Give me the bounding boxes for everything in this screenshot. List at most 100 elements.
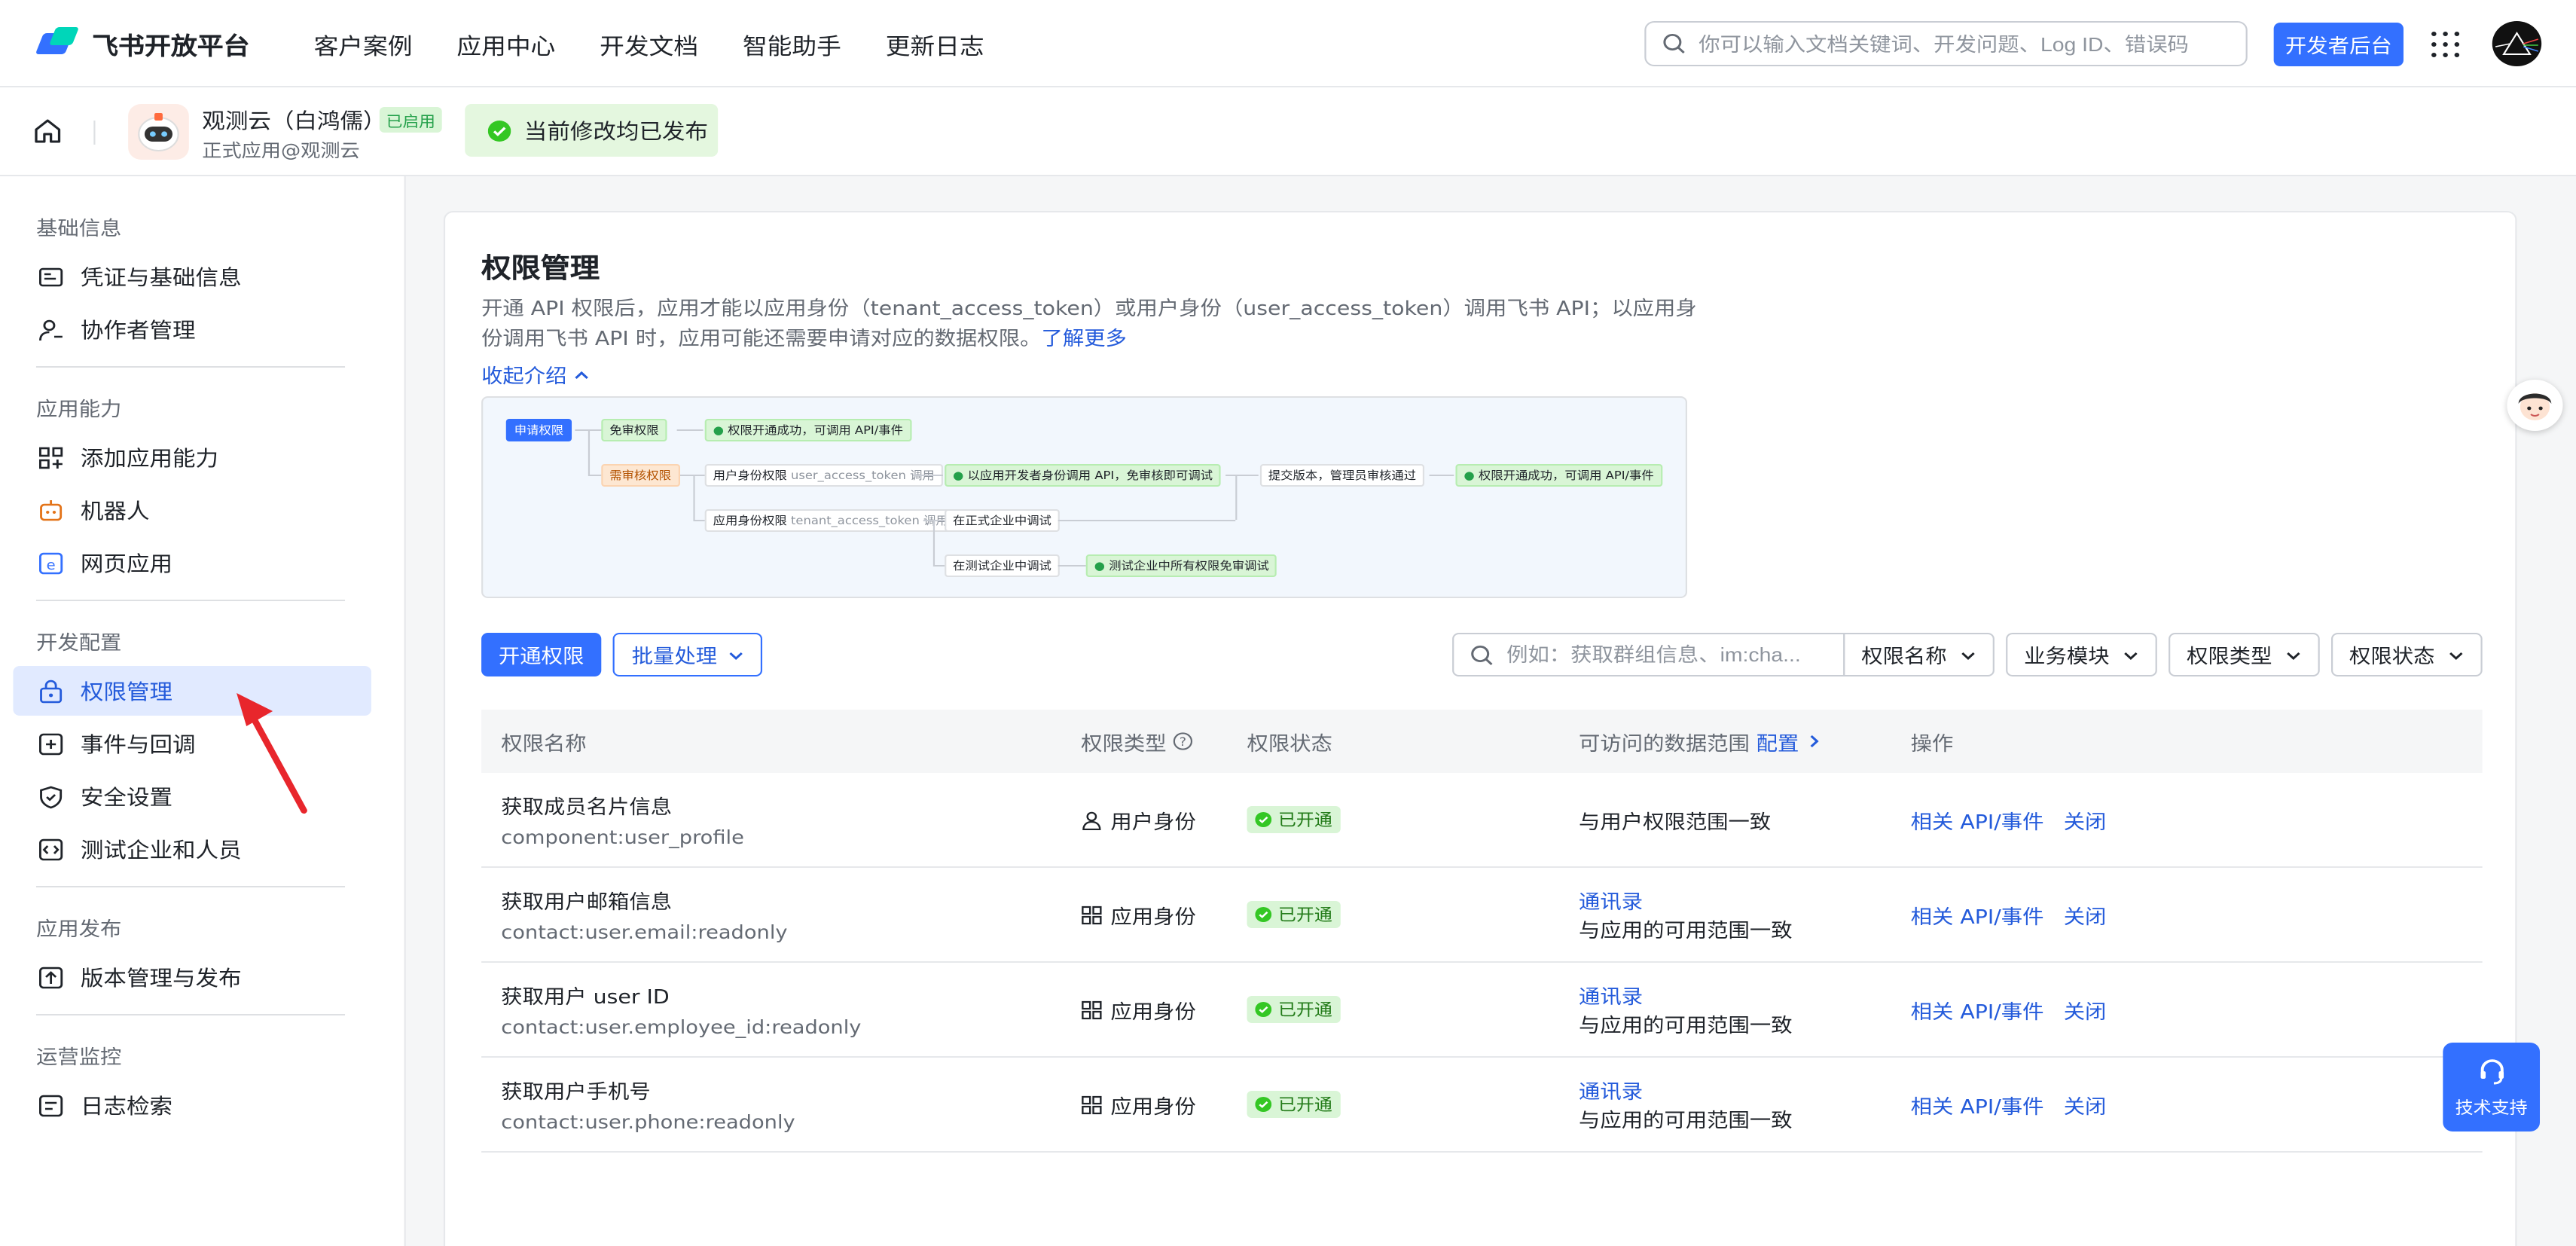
permission-search-input[interactable] — [1506, 643, 1836, 666]
open-permission-button[interactable]: 开通权限 — [481, 633, 602, 676]
divider — [35, 1014, 346, 1015]
permission-key: contact:user.email:readonly — [501, 921, 788, 943]
sidebar-item-logs[interactable]: 日志检索 — [13, 1080, 371, 1130]
filter-label: 权限状态 — [2349, 646, 2435, 669]
nav-link-changelog[interactable]: 更新日志 — [886, 30, 984, 62]
headset-icon — [2480, 1058, 2503, 1084]
page-title: 权限管理 — [481, 253, 600, 285]
global-search-input[interactable] — [1699, 32, 2225, 55]
nav-link-assistant[interactable]: 智能助手 — [743, 30, 841, 62]
status-badge: 已启用 — [379, 107, 442, 133]
table-header: 权限名称 权限类型 ? 权限状态 可访问的数据范围 配置 操作 — [481, 710, 2483, 773]
nav-link-cases[interactable]: 客户案例 — [314, 30, 413, 62]
close-permission-link[interactable]: 关闭 — [2064, 805, 2107, 834]
app-grid-icon — [1082, 905, 1102, 924]
chevron-down-icon — [1961, 652, 1975, 659]
filter-label: 业务模块 — [2024, 646, 2110, 669]
permissions-panel: 权限管理 开通 API 权限后，应用才能以应用身份（tenant_access_… — [443, 211, 2517, 1246]
filter-permission-name[interactable]: 权限名称 — [1843, 633, 1995, 676]
developer-console-button[interactable]: 开发者后台 — [2273, 23, 2404, 66]
log-icon — [38, 1093, 64, 1117]
related-api-link[interactable]: 相关 API/事件 — [1911, 900, 2044, 929]
flow-no-review: 免审权限 — [601, 419, 667, 441]
sidebar-item-events[interactable]: 事件与回调 — [13, 719, 371, 768]
filter-permission-status[interactable]: 权限状态 — [2331, 633, 2483, 676]
sidebar-group-monitor: 运营监控 — [35, 1047, 122, 1070]
sidebar-item-web-app[interactable]: e 网页应用 — [13, 538, 371, 588]
check-circle-icon — [1255, 1002, 1272, 1017]
divider — [35, 600, 346, 601]
chevron-up-icon — [575, 370, 588, 379]
nav-link-app-center[interactable]: 应用中心 — [456, 30, 555, 62]
collapse-intro-toggle[interactable]: 收起介绍 — [481, 360, 590, 389]
table-row: 获取用户邮箱信息 contact:user.email:readonly 应用身份… — [481, 868, 2483, 963]
close-permission-link[interactable]: 关闭 — [2064, 995, 2107, 1024]
scope-link[interactable]: 通讯录 — [1579, 1076, 1911, 1104]
app-grid-icon — [1082, 1095, 1102, 1114]
chevron-down-icon — [2124, 652, 2138, 659]
app-grid-icon — [1082, 1000, 1102, 1019]
published-notice: 当前修改均已发布 — [465, 104, 719, 157]
sidebar-item-label: 添加应用能力 — [80, 447, 219, 471]
search-icon — [1663, 33, 1685, 53]
filter-permission-type[interactable]: 权限类型 — [2169, 633, 2320, 676]
global-search[interactable] — [1644, 21, 2248, 66]
user-icon — [1082, 811, 1101, 829]
status-badge: 已开通 — [1247, 806, 1341, 833]
logo[interactable]: 飞书开放平台 — [35, 26, 250, 62]
permission-type: 应用身份 — [1081, 995, 1247, 1024]
header-ops: 操作 — [1910, 733, 1954, 756]
batch-action-button[interactable]: 批量处理 — [612, 633, 763, 676]
sidebar-item-security[interactable]: 安全设置 — [13, 771, 371, 821]
close-permission-link[interactable]: 关闭 — [2064, 1090, 2107, 1119]
status-badge: 已开通 — [1247, 901, 1341, 928]
flow-dev-identity: ● 以应用开发者身份调用 API，免审核即可调试 — [945, 464, 1221, 487]
divider — [35, 366, 346, 368]
permission-type: 应用身份 — [1081, 1090, 1247, 1119]
related-api-link[interactable]: 相关 API/事件 — [1911, 805, 2044, 834]
scope-config-link[interactable]: 配置 — [1757, 727, 1799, 756]
sidebar-item-label: 凭证与基础信息 — [80, 266, 242, 290]
table-row: 获取用户 user ID contact:user.employee_id:rea… — [481, 963, 2483, 1058]
sidebar-item-test-tenant[interactable]: 测试企业和人员 — [13, 824, 371, 874]
scope-link[interactable]: 通讯录 — [1579, 886, 1911, 915]
help-icon[interactable]: ? — [1173, 732, 1193, 750]
sidebar-item-label: 协作者管理 — [80, 319, 196, 343]
home-icon[interactable] — [33, 118, 63, 151]
permission-name: 获取用户邮箱信息 — [501, 892, 673, 915]
sidebar-item-collaborators[interactable]: 协作者管理 — [13, 304, 371, 354]
nav-link-docs[interactable]: 开发文档 — [600, 30, 698, 62]
sidebar-item-robot[interactable]: 机器人 — [13, 485, 371, 535]
learn-more-link[interactable]: 了解更多 — [1041, 328, 1126, 351]
sidebar-item-label: 安全设置 — [80, 786, 173, 810]
flow-formal: 在正式企业中调试 — [945, 509, 1060, 532]
permission-key: contact:user.phone:readonly — [501, 1110, 795, 1133]
svg-text:?: ? — [1180, 734, 1186, 749]
scope-text: 与应用的可用范围一致 — [1579, 921, 1793, 943]
sidebar-group-basic: 基础信息 — [35, 218, 122, 241]
flow-submit: 提交版本，管理员审核通过 — [1259, 464, 1425, 487]
filter-label: 权限类型 — [2187, 646, 2272, 669]
permission-search[interactable] — [1452, 633, 1845, 676]
check-circle-icon — [1255, 1097, 1272, 1112]
related-api-link[interactable]: 相关 API/事件 — [1911, 995, 2044, 1024]
scope-text: 与应用的可用范围一致 — [1579, 1015, 1793, 1038]
scope-text: 与用户权限范围一致 — [1579, 811, 1772, 834]
flow-user-perm: 用户身份权限 user_access_token 调用 — [704, 464, 943, 487]
sidebar-item-credentials[interactable]: 凭证与基础信息 — [13, 252, 371, 301]
sidebar-item-add-capability[interactable]: 添加应用能力 — [13, 432, 371, 482]
chevron-right-icon[interactable] — [1805, 734, 1822, 749]
chevron-down-icon — [2449, 652, 2463, 659]
sidebar-item-versions[interactable]: 版本管理与发布 — [13, 952, 371, 1002]
header-status: 权限状态 — [1247, 733, 1332, 756]
scope-text: 与应用的可用范围一致 — [1579, 1110, 1793, 1133]
close-permission-link[interactable]: 关闭 — [2064, 900, 2107, 929]
sidebar-item-permissions[interactable]: 权限管理 — [13, 666, 371, 716]
filter-business-module[interactable]: 业务模块 — [2006, 633, 2157, 676]
related-api-link[interactable]: 相关 API/事件 — [1911, 1090, 2044, 1119]
tech-support-button[interactable]: 技术支持 — [2443, 1043, 2541, 1131]
assistant-avatar-icon[interactable] — [2507, 380, 2563, 431]
avatar[interactable] — [2492, 21, 2542, 66]
apps-grid-icon[interactable] — [2431, 32, 2460, 57]
scope-link[interactable]: 通讯录 — [1579, 981, 1911, 1009]
